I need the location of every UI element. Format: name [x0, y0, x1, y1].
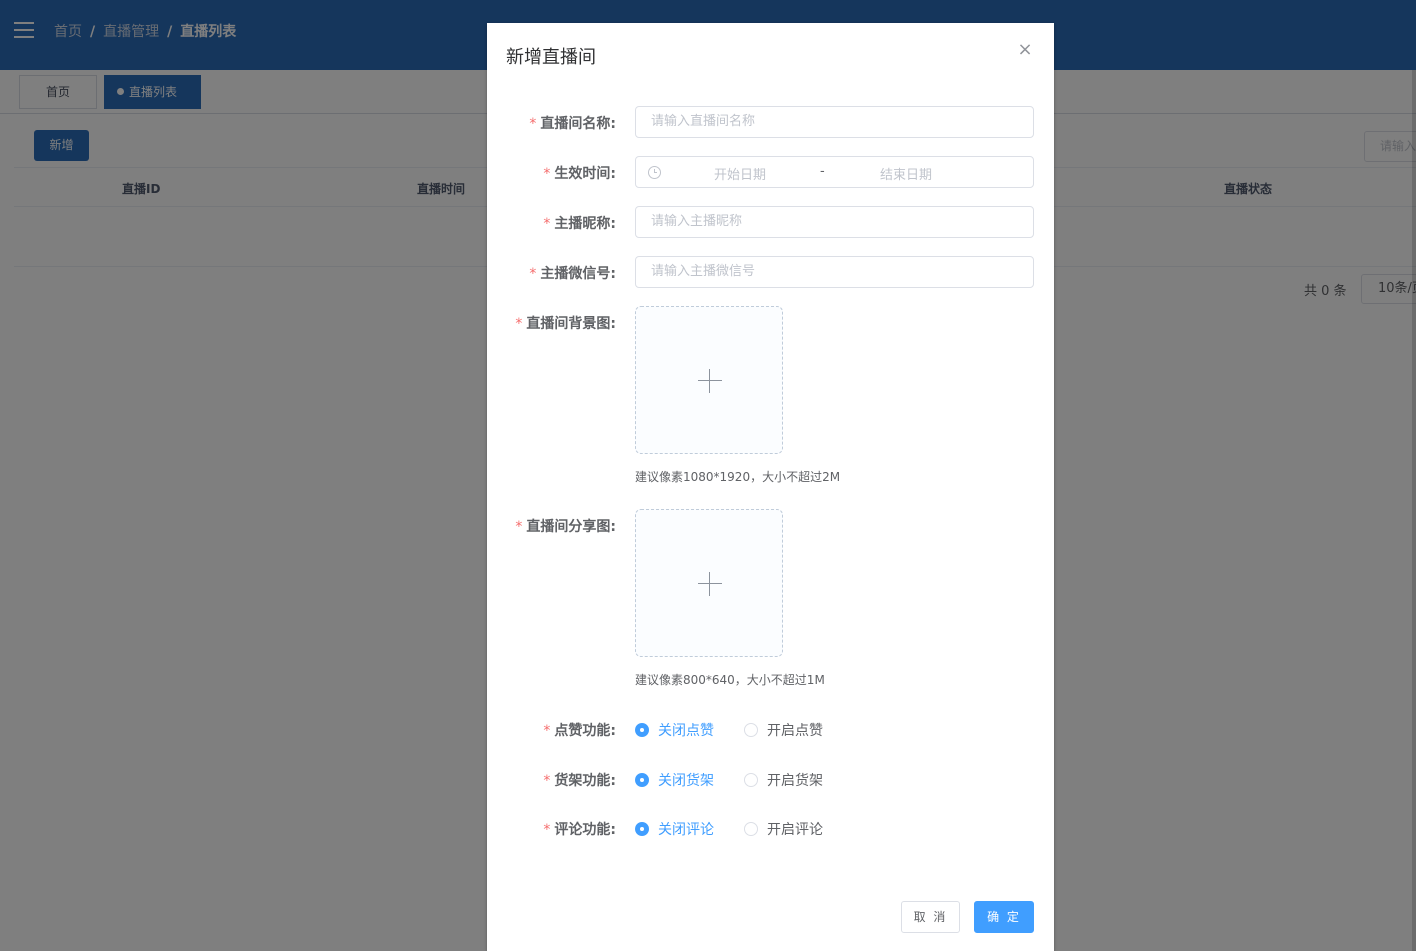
anchor-nickname-label-text: 主播昵称: — [554, 216, 616, 232]
valid-time-label: * 生效时间: — [543, 163, 616, 183]
comment-off-label: 关闭评论 — [658, 822, 714, 838]
confirm-button[interactable]: 确 定 — [974, 901, 1034, 933]
dialog-title: 新增直播间 — [506, 47, 596, 68]
range-separator: - — [820, 164, 825, 179]
cancel-button[interactable]: 取 消 — [901, 901, 960, 933]
start-date-input[interactable]: 开始日期 — [714, 164, 766, 183]
scrollbar-track — [1412, 70, 1416, 951]
valid-time-label-text: 生效时间: — [554, 166, 616, 182]
shelf-function-label: * 货架功能: — [543, 770, 616, 790]
required-mark: * — [543, 773, 551, 789]
radio-unchecked-icon — [744, 723, 758, 737]
comment-on-label: 开启评论 — [767, 822, 823, 838]
comment-function-label-text: 评论功能: — [554, 822, 616, 838]
clock-icon — [648, 166, 661, 179]
required-mark: * — [543, 822, 551, 838]
room-name-label: * 直播间名称: — [529, 113, 616, 133]
shelf-on-radio[interactable]: 开启货架 — [744, 770, 823, 790]
radio-checked-icon — [635, 723, 649, 737]
like-on-label: 开启点赞 — [767, 723, 823, 739]
radio-unchecked-icon — [744, 773, 758, 787]
anchor-wechat-label: * 主播微信号: — [529, 263, 616, 283]
background-image-label-text: 直播间背景图: — [526, 316, 616, 332]
plus-icon — [698, 380, 722, 381]
radio-unchecked-icon — [744, 822, 758, 836]
shelf-on-label: 开启货架 — [767, 773, 823, 789]
shelf-function-label-text: 货架功能: — [554, 773, 616, 789]
anchor-wechat-label-text: 主播微信号: — [540, 266, 616, 282]
shelf-off-radio[interactable]: 关闭货架 — [635, 770, 714, 790]
valid-time-date-range[interactable]: 开始日期 - 结束日期 — [635, 156, 1034, 188]
like-function-label-text: 点赞功能: — [554, 723, 616, 739]
required-mark: * — [543, 216, 551, 232]
required-mark: * — [529, 116, 537, 132]
background-image-label: * 直播间背景图: — [515, 313, 616, 333]
required-mark: * — [529, 266, 537, 282]
share-image-hint: 建议像素800*640，大小不超过1M — [635, 673, 825, 687]
radio-checked-icon — [635, 773, 649, 787]
share-image-label-text: 直播间分享图: — [526, 519, 616, 535]
anchor-wechat-input[interactable]: 请输入主播微信号 — [635, 256, 1034, 288]
required-mark: * — [543, 723, 551, 739]
anchor-nickname-label: * 主播昵称: — [543, 213, 616, 233]
plus-icon-vertical — [709, 369, 710, 393]
anchor-nickname-input[interactable]: 请输入主播昵称 — [635, 206, 1034, 238]
background-image-uploader[interactable] — [635, 306, 783, 454]
add-live-room-dialog: 新增直播间 × * 直播间名称: 请输入直播间名称 * 生效时间: 开始日期 - 结… — [487, 23, 1054, 951]
room-name-input[interactable]: 请输入直播间名称 — [635, 106, 1034, 138]
end-date-input[interactable]: 结束日期 — [880, 164, 932, 183]
like-off-radio[interactable]: 关闭点赞 — [635, 720, 714, 740]
like-on-radio[interactable]: 开启点赞 — [744, 720, 823, 740]
radio-checked-icon — [635, 822, 649, 836]
plus-icon-vertical — [709, 572, 710, 596]
required-mark: * — [515, 316, 523, 332]
required-mark: * — [515, 519, 523, 535]
like-function-label: * 点赞功能: — [543, 720, 616, 740]
shelf-off-label: 关闭货架 — [658, 773, 714, 789]
share-image-uploader[interactable] — [635, 509, 783, 657]
required-mark: * — [543, 166, 551, 182]
close-icon[interactable]: × — [1017, 41, 1033, 59]
plus-icon — [698, 583, 722, 584]
room-name-label-text: 直播间名称: — [540, 116, 616, 132]
share-image-label: * 直播间分享图: — [515, 516, 616, 536]
comment-function-label: * 评论功能: — [543, 819, 616, 839]
comment-on-radio[interactable]: 开启评论 — [744, 819, 823, 839]
like-off-label: 关闭点赞 — [658, 723, 714, 739]
background-image-hint: 建议像素1080*1920，大小不超过2M — [635, 470, 841, 484]
comment-off-radio[interactable]: 关闭评论 — [635, 819, 714, 839]
